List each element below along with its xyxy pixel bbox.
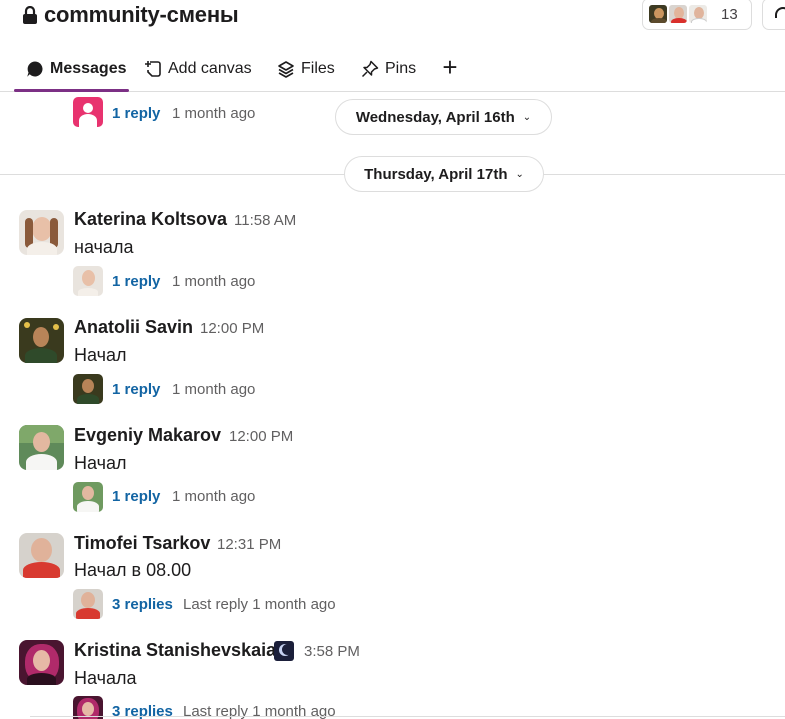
avatar[interactable]: [19, 318, 64, 363]
avatar[interactable]: [19, 640, 64, 685]
message-timestamp[interactable]: 12:31 PM: [217, 536, 281, 553]
avatar[interactable]: [19, 210, 64, 255]
message-icon: [26, 60, 44, 78]
member-avatar: [687, 3, 709, 25]
message-text: начала: [74, 237, 134, 257]
message-text: Начал в 08.00: [74, 560, 192, 580]
member-avatar: [667, 3, 689, 25]
avatar[interactable]: [19, 425, 64, 470]
reply-avatar: [73, 374, 103, 404]
chevron-down-icon: ⌄: [515, 168, 524, 180]
headphones-icon: [775, 7, 785, 18]
layers-icon: [277, 60, 295, 78]
thread-replies-link[interactable]: 1 reply: [112, 488, 160, 505]
avatar[interactable]: [19, 533, 64, 578]
member-avatar: [647, 3, 669, 25]
message-timestamp[interactable]: 11:58 AM: [234, 212, 296, 229]
lock-icon: [23, 6, 37, 24]
tab-messages[interactable]: Messages: [26, 56, 127, 82]
thread-reply-time: 1 month ago: [172, 105, 256, 122]
message-timestamp[interactable]: 12:00 PM: [200, 320, 264, 337]
thread-replies-link[interactable]: 3 replies: [112, 596, 173, 613]
tab-label: Pins: [385, 60, 417, 77]
message-author[interactable]: Anatolii Savin: [74, 317, 193, 338]
reply-avatar: [73, 482, 103, 512]
message-text: Начал: [74, 345, 127, 365]
thread-replies-link[interactable]: 1 reply: [112, 273, 160, 290]
message-author[interactable]: Katerina Koltsova: [74, 209, 227, 230]
status-emoji-icon[interactable]: [274, 641, 294, 661]
tab-add-canvas[interactable]: Add canvas: [144, 56, 252, 82]
channel-header: community-смены 13: [0, 0, 785, 36]
message-timestamp[interactable]: 12:00 PM: [229, 428, 293, 445]
thread-replies-link[interactable]: 1 reply: [112, 105, 160, 122]
tab-files[interactable]: Files: [277, 56, 335, 82]
channel-name[interactable]: community-смены: [44, 2, 239, 28]
message-timestamp[interactable]: 3:58 PM: [304, 643, 360, 660]
message-author[interactable]: Evgeniy Makarov: [74, 425, 221, 446]
canvas-add-icon: [144, 60, 162, 78]
message-text: Начал: [74, 453, 127, 473]
reply-avatar: [73, 589, 103, 619]
member-count: 13: [721, 5, 738, 23]
reply-avatar: [73, 97, 103, 127]
tab-label: Files: [301, 60, 335, 77]
date-divider-wednesday[interactable]: Wednesday, April 16th ⌄: [335, 99, 552, 135]
thread-reply-time: 1 month ago: [172, 273, 256, 290]
thread-reply-time: 1 month ago: [172, 488, 256, 505]
date-divider-thursday[interactable]: Thursday, April 17th ⌄: [344, 156, 544, 192]
message-text: Начала: [74, 668, 137, 688]
chevron-down-icon: ⌄: [522, 111, 532, 123]
thread-replies-link[interactable]: 1 reply: [112, 381, 160, 398]
thread-reply-time: Last reply 1 month ago: [183, 596, 336, 613]
add-tab-button[interactable]: +: [438, 54, 462, 82]
members-button[interactable]: 13: [642, 0, 752, 30]
composer-top-border: [30, 716, 785, 717]
reply-avatar: [73, 266, 103, 296]
pin-icon: [361, 60, 379, 78]
message-list[interactable]: 1 reply 1 month ago Wednesday, April 16t…: [0, 92, 785, 719]
tab-label: Messages: [50, 60, 127, 77]
date-label: Thursday, April 17th: [364, 165, 508, 183]
message-author[interactable]: Kristina Stanishevskaia: [74, 640, 276, 661]
message-author[interactable]: Timofei Tsarkov: [74, 533, 210, 554]
tab-label: Add canvas: [168, 60, 252, 77]
date-label: Wednesday, April 16th: [355, 108, 515, 126]
thread-reply-time: 1 month ago: [172, 381, 256, 398]
tab-pins[interactable]: Pins: [361, 56, 416, 82]
channel-tabs: Messages Add canvas Files Pins +: [0, 46, 785, 92]
huddle-button[interactable]: [762, 0, 785, 30]
